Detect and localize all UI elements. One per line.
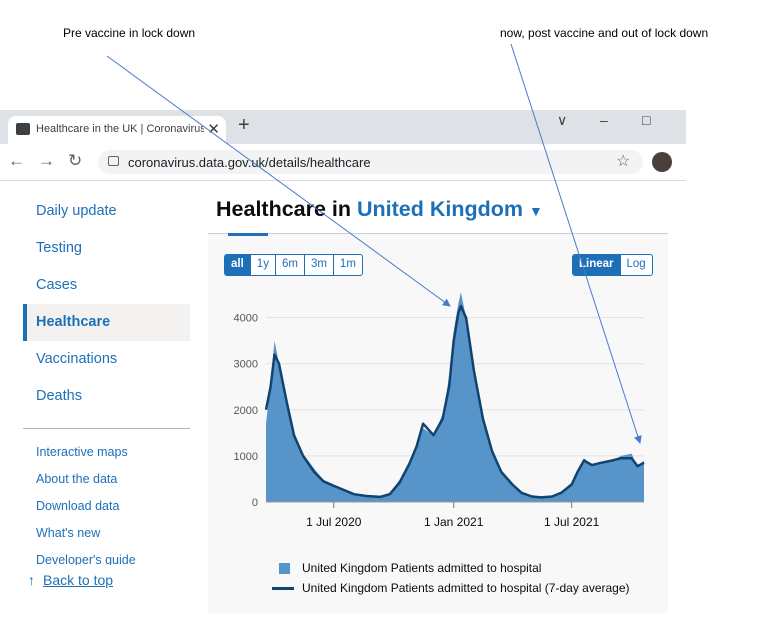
sidebar-item-vaccinations[interactable]: Vaccinations [36,351,117,367]
legend-swatch-average [272,587,294,590]
crown-favicon-icon [16,123,30,135]
sidebar-link-about-data[interactable]: About the data [36,472,117,486]
sidebar-item-deaths[interactable]: Deaths [36,388,82,404]
sidebar-link-whats-new[interactable]: What's new [36,526,100,540]
page-title: Healthcare in United Kingdom ▼ [216,197,543,222]
series-area-daily [266,292,644,502]
x-tick-label: 1 Jul 2021 [544,515,600,529]
tab-title: Healthcare in the UK | Coronavirus [36,123,204,135]
range-3m-button[interactable]: 3m [305,255,334,275]
arrow-up-icon: ↑ [28,572,35,588]
sidebar-item-daily-update[interactable]: Daily update [36,203,117,219]
forward-icon[interactable]: → [38,151,55,171]
y-tick-label: 1000 [234,451,258,463]
y-tick-label: 4000 [234,313,258,325]
sidebar-item-healthcare[interactable]: Healthcare [23,304,190,341]
sidebar-link-interactive-maps[interactable]: Interactive maps [36,445,128,459]
location-selector[interactable]: United Kingdom [357,197,523,221]
minimize-button[interactable]: – [600,112,608,128]
url-field[interactable]: coronavirus.data.gov.uk/details/healthca… [98,150,643,174]
active-card-tab[interactable] [228,233,268,236]
lock-icon [108,156,119,166]
url-text: coronavirus.data.gov.uk/details/healthca… [128,155,371,170]
back-to-top-label: Back to top [43,572,114,588]
back-to-top-link[interactable]: ↑ Back to top [28,572,113,588]
range-1y-button[interactable]: 1y [251,255,276,275]
maximize-button[interactable]: □ [642,112,650,128]
hospital-admissions-chart: 0 1000 2000 3000 4000 1 Jul 2020 1 Jan 2021 1 J… [234,292,645,529]
back-icon[interactable]: ← [8,151,25,171]
profile-avatar[interactable] [652,152,672,172]
time-range-selector: all 1y 6m 3m 1m [224,254,363,276]
scale-linear-button[interactable]: Linear [573,255,621,275]
sidebar-item-label: Healthcare [36,314,111,330]
legend-swatch-daily [279,563,290,574]
annotation-post-vaccine: now, post vaccine and out of lock down [500,26,709,40]
range-1m-button[interactable]: 1m [334,255,362,275]
x-tick-label: 1 Jan 2021 [424,515,484,529]
scale-selector: Linear Log [572,254,653,276]
range-6m-button[interactable]: 6m [276,255,305,275]
address-bar: ← → ↻ coronavirus.data.gov.uk/details/he… [0,144,686,181]
legend-label-daily: United Kingdom Patients admitted to hosp… [302,561,542,575]
reload-icon[interactable]: ↻ [68,151,82,171]
range-all-button[interactable]: all [225,255,251,275]
sidebar-item-cases[interactable]: Cases [36,277,77,293]
sidebar-link-developers-guide[interactable]: Developer's guide [36,553,136,565]
page-title-prefix: Healthcare in [216,197,352,221]
caret-down-icon[interactable]: ▼ [529,203,543,219]
sidebar-divider [23,428,190,429]
tab-search-icon[interactable]: ∨ [557,112,567,129]
y-tick-label: 0 [252,497,258,509]
annotation-pre-vaccine: Pre vaccine in lock down [63,26,196,40]
sidebar-link-download-data[interactable]: Download data [36,499,119,513]
sidebar-item-testing[interactable]: Testing [36,240,82,256]
y-tick-label: 2000 [234,405,258,417]
card-tab-rule [208,233,668,234]
x-tick-label: 1 Jul 2020 [306,515,362,529]
browser-tab[interactable]: Healthcare in the UK | Coronavirus ✕ [8,116,226,144]
y-tick-label: 3000 [234,359,258,371]
bookmark-star-icon[interactable]: ☆ [616,151,630,171]
scale-log-button[interactable]: Log [621,255,652,275]
legend-label-average: United Kingdom Patients admitted to hosp… [302,581,630,595]
close-tab-icon[interactable]: ✕ [207,120,220,138]
new-tab-button[interactable]: + [238,114,250,137]
browser-tab-bar: Healthcare in the UK | Coronavirus ✕ + ∨… [0,110,686,144]
